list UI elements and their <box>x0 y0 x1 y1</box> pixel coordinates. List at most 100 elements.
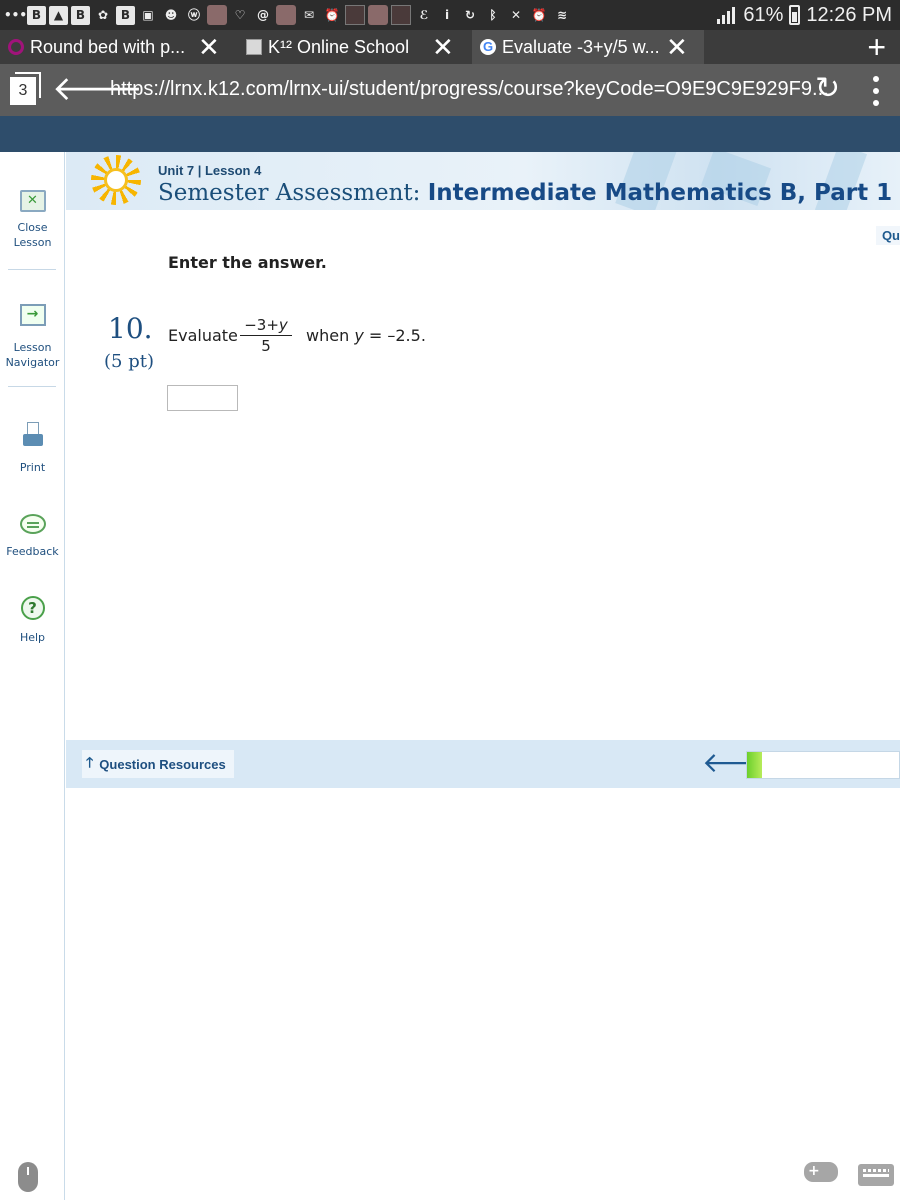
feedback-button[interactable]: Feedback <box>0 514 65 559</box>
close-tab-icon[interactable]: ✕ <box>198 30 220 64</box>
tab-evaluate[interactable]: G Evaluate -3+y/5 w... ✕ <box>472 30 704 64</box>
course-name: Intermediate Mathematics B, Part 1 <box>427 180 893 206</box>
question-verb: Evaluate <box>168 326 238 345</box>
alarm-icon: ⏰ <box>531 8 547 22</box>
help-label: Help <box>19 631 46 644</box>
rail-divider <box>8 386 56 387</box>
status-right: 61% 12:26 PM <box>717 2 892 28</box>
feedback-label: Feedback <box>6 545 59 558</box>
condition-value: = –2.5. <box>368 326 426 345</box>
avatar-app-icon <box>276 5 296 25</box>
condition-prefix: when <box>306 326 350 345</box>
b-app-icon: B <box>116 5 135 25</box>
notification-icons: ••• B ▲ B ✿ B ▣ ☻ ⓦ ♡ @ ✉ ⏰ ℰ i ↻ ᛒ ✕ ⏰ … <box>4 4 572 26</box>
url-field[interactable]: https://lrnx.k12.com/lrnx-ui/student/pro… <box>110 78 829 101</box>
condition-variable: y <box>354 326 364 345</box>
game-app-icon <box>207 5 227 25</box>
unit-lesson-label: Unit 7 | Lesson 4 <box>158 163 262 178</box>
question-resources-button[interactable]: 🡑 Question Resources <box>82 750 234 778</box>
question-number: 10. <box>108 312 153 345</box>
close-lesson-label: Close <box>17 221 48 234</box>
questions-side-tab[interactable]: Qu <box>875 226 900 245</box>
tab-title: Evaluate -3+y/5 w... <box>502 36 660 57</box>
clock: 12:26 PM <box>806 3 892 26</box>
photo-icon: ▣ <box>142 8 154 22</box>
mute-icon: ✕ <box>510 8 522 22</box>
status-bar: ••• B ▲ B ✿ B ▣ ☻ ⓦ ♡ @ ✉ ⏰ ℰ i ↻ ᛒ ✕ ⏰ … <box>0 0 900 30</box>
sun-logo-icon <box>91 155 141 205</box>
progress-bar <box>746 751 900 779</box>
print-label: Print <box>19 461 46 474</box>
battery-percent: 61% <box>743 3 784 26</box>
question-points: (5 pt) <box>104 351 154 372</box>
k12-favicon-icon <box>246 39 262 55</box>
progress-fill <box>747 752 763 778</box>
mail-icon: ✉ <box>303 8 315 22</box>
battery-icon <box>789 5 801 25</box>
feedback-bubble-icon <box>19 514 46 534</box>
printer-icon <box>22 422 43 448</box>
signal-icon <box>717 6 737 24</box>
reload-icon[interactable]: ↻ <box>815 72 840 106</box>
flower-app-icon: ✿ <box>97 8 109 22</box>
question-resources-label: Question Resources <box>99 756 226 772</box>
close-tab-icon[interactable]: ✕ <box>666 30 688 64</box>
close-lesson-label: Lesson <box>13 236 52 249</box>
snail-app-icon: @ <box>257 8 269 22</box>
close-lesson-icon: ✕ <box>19 190 46 212</box>
sync-icon: ↻ <box>464 8 476 22</box>
rail-divider <box>8 269 56 270</box>
google-favicon-icon: G <box>480 39 496 55</box>
assessment-type: Semester Assessment: <box>158 180 421 206</box>
print-button[interactable]: Print <box>0 422 65 475</box>
lesson-navigator-button[interactable]: → Lesson Navigator <box>0 304 65 370</box>
info-icon: i <box>444 8 450 22</box>
numerator-variable: y <box>278 316 288 334</box>
address-bar: 3 🡐 https://lrnx.k12.com/lrnx-ui/student… <box>0 64 900 116</box>
overflow-menu-icon[interactable] <box>868 76 884 106</box>
mouse-icon <box>18 1162 38 1192</box>
fraction-expression: −3+y 5 <box>240 316 292 355</box>
tab-round-bed[interactable]: Round bed with p... ✕ <box>8 30 236 64</box>
answer-input[interactable] <box>167 385 238 411</box>
tab-title: Round bed with p... <box>30 36 186 57</box>
page-title: Semester Assessment: Intermediate Mathem… <box>158 180 892 206</box>
lesson-navigator-icon: → <box>19 304 46 326</box>
bluetooth-icon: ᛒ <box>489 8 497 22</box>
help-button[interactable]: ? Help <box>0 596 65 645</box>
app-icon <box>345 5 365 25</box>
lesson-navigator-label: Navigator <box>5 356 60 369</box>
question-footer: 🡑 Question Resources 🡐 <box>66 740 900 788</box>
tab-strip: Round bed with p... ✕ K¹² Online School … <box>0 30 900 64</box>
e-app-icon: ℰ <box>419 8 429 22</box>
app-icon <box>391 5 411 25</box>
w-app-icon: ⓦ <box>187 8 200 22</box>
tab-title: K¹² Online School <box>268 36 410 57</box>
tab-k12[interactable]: K¹² Online School ✕ <box>238 30 468 64</box>
fraction-numerator: −3+y <box>240 316 292 335</box>
avatar-app-icon <box>368 5 388 25</box>
numerator-text: −3+ <box>244 316 279 334</box>
alarm-icon: ⏰ <box>324 8 340 22</box>
fraction-denominator: 5 <box>261 337 271 355</box>
b-app-icon: B <box>27 5 46 25</box>
wifi-icon: ≋ <box>556 8 568 22</box>
smiley-icon: ☻ <box>164 8 178 22</box>
arrow-up-icon: 🡑 <box>86 754 94 770</box>
site-favicon-icon <box>8 39 24 55</box>
lesson-header: Unit 7 | Lesson 4 Semester Assessment: I… <box>66 152 900 210</box>
lesson-rail: ✕ Close Lesson → Lesson Navigator Print … <box>0 152 65 1200</box>
close-lesson-button[interactable]: ✕ Close Lesson <box>0 190 65 250</box>
gamepad-icon[interactable] <box>804 1162 838 1182</box>
b-app-icon: B <box>71 5 90 25</box>
heart-app-icon: ♡ <box>234 8 246 22</box>
close-tab-icon[interactable]: ✕ <box>432 30 454 64</box>
lesson-navigator-label: Lesson <box>13 341 52 354</box>
page-top-band <box>0 116 900 152</box>
more-dots-icon: ••• <box>4 8 28 22</box>
question-instruction: Enter the answer. <box>168 253 327 272</box>
new-tab-button[interactable]: + <box>867 30 886 64</box>
help-icon: ? <box>20 596 45 620</box>
tab-switcher-button[interactable]: 3 <box>10 72 41 105</box>
keyboard-icon[interactable] <box>858 1164 894 1186</box>
